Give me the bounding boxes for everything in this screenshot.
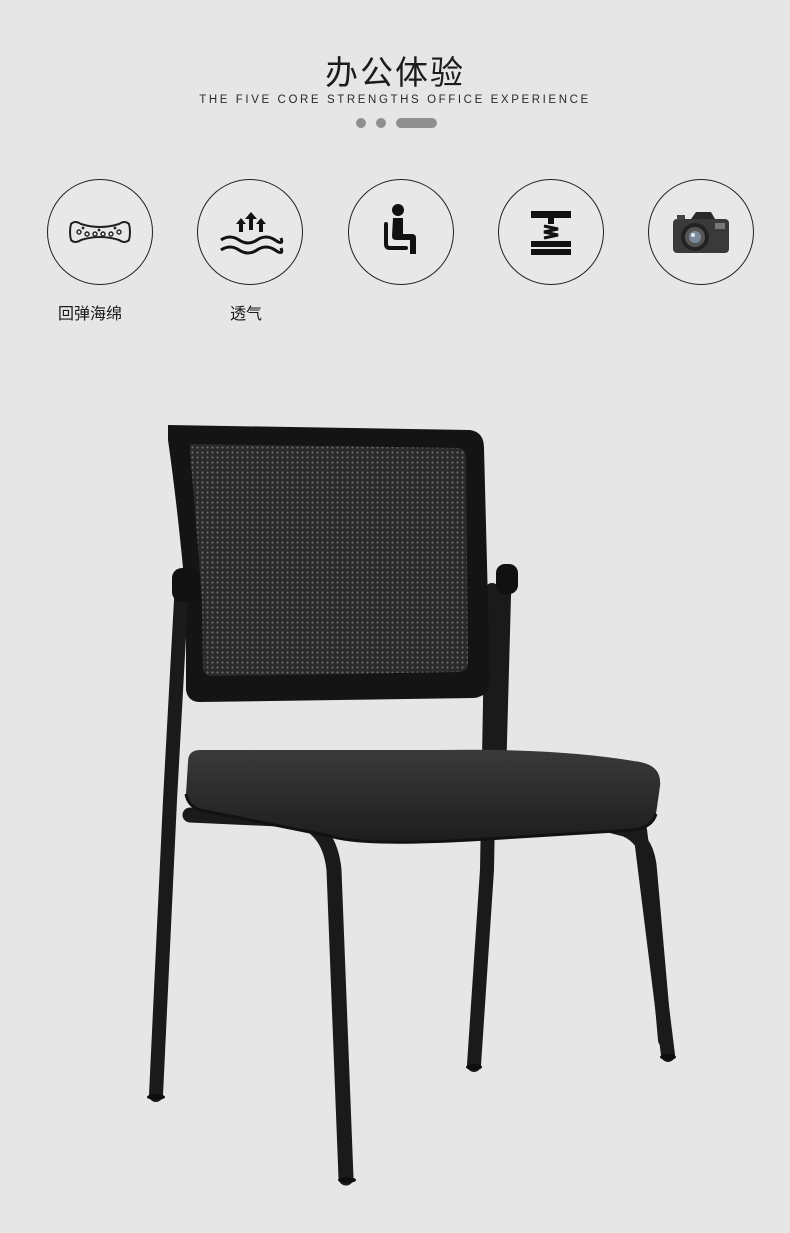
- pager-dot-active[interactable]: [396, 118, 437, 128]
- feature-label-sponge: 回弹海绵: [58, 304, 123, 323]
- breathable-icon: [220, 212, 284, 255]
- pager-dot[interactable]: [356, 118, 366, 128]
- sponge-icon: [69, 221, 131, 243]
- page-subtitle: THE FIVE CORE STRENGTHS OFFICE EXPERIENC…: [199, 94, 591, 106]
- camera-icon: [673, 212, 729, 253]
- seated-person-icon: [384, 204, 416, 254]
- feature-seated: [348, 179, 454, 285]
- page-title: 办公体验: [325, 53, 465, 92]
- office-chair-image: [147, 425, 676, 1186]
- feature-label-breathable: 透气: [230, 304, 263, 323]
- feature-spring: [498, 179, 604, 285]
- feature-breathable: [197, 179, 303, 285]
- pager-dot[interactable]: [376, 118, 386, 128]
- spring-support-icon: [531, 211, 571, 255]
- feature-camera: [648, 179, 754, 285]
- feature-sponge: [47, 179, 153, 285]
